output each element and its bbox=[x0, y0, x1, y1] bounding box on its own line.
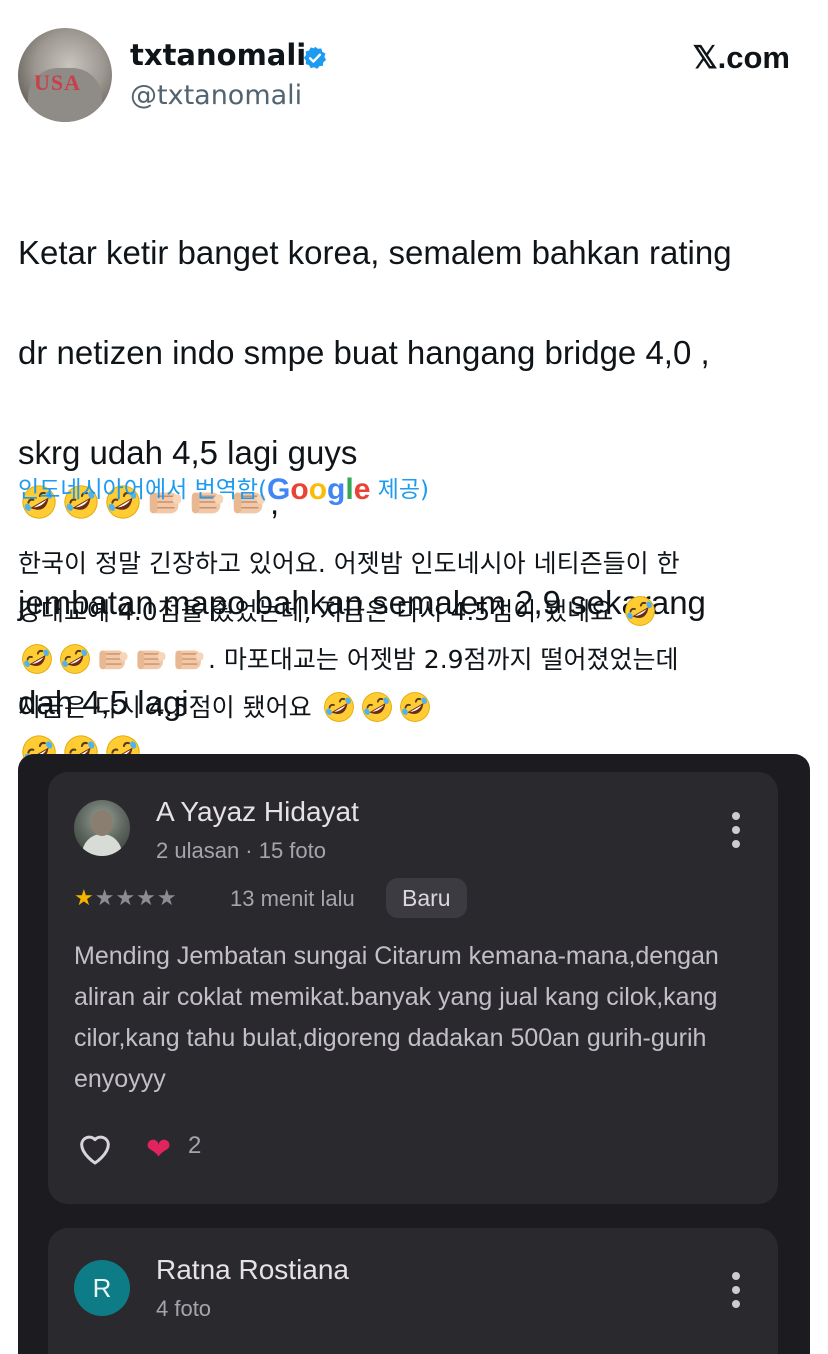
google-letter: l bbox=[345, 473, 354, 506]
avatar-face bbox=[91, 810, 113, 836]
translated-text: 한국이 정말 긴장하고 있어요. 어젯밤 인도네시아 네티즌들이 한 강대교에 … bbox=[18, 540, 818, 732]
reviewer-meta: 4 foto bbox=[156, 1296, 212, 1321]
red-heart-icon[interactable]: ❤ bbox=[146, 1132, 171, 1167]
new-badge: Baru bbox=[386, 878, 467, 918]
star-filled-icon: ★ bbox=[74, 886, 95, 911]
display-name[interactable]: txtanomali bbox=[130, 38, 306, 72]
review-card: R Ratna Rostiana 4 foto bbox=[48, 1228, 778, 1354]
tweet-header: USA txtanomali @txtanomali 𝕏.com bbox=[0, 0, 828, 130]
avatar-shirt-logo: USA bbox=[34, 70, 82, 95]
heart-outline-icon[interactable] bbox=[74, 1128, 116, 1168]
more-vertical-icon[interactable] bbox=[732, 812, 740, 854]
tweet-line: dr netizen indo smpe buat hangang bridge… bbox=[18, 334, 710, 371]
google-letter: e bbox=[353, 473, 371, 506]
rofl-emoji-icon bbox=[623, 594, 657, 628]
review-time: 13 menit lalu bbox=[230, 886, 355, 911]
fist-emoji-icon bbox=[172, 642, 206, 676]
rofl-emoji-icon bbox=[58, 642, 92, 676]
review-card: A Yayaz Hidayat 2 ulasan · 15 foto ★★★★★… bbox=[48, 772, 778, 1204]
reviewer-meta: 2 ulasan · 15 foto bbox=[156, 838, 327, 863]
google-logo: Google bbox=[267, 473, 370, 506]
translation-line: 지금은 다시 4.5점이 됐어요 bbox=[18, 684, 818, 732]
reviewer-name[interactable]: A Yayaz Hidayat bbox=[156, 796, 359, 828]
avatar-body bbox=[82, 834, 122, 856]
reviewer-avatar[interactable]: R bbox=[74, 1260, 130, 1316]
rofl-emoji-icon bbox=[398, 690, 432, 724]
translation-line-text: 강대교에 4.0점을 줬었는데, 지금은 다시 4.5점이 됐네요 bbox=[18, 597, 614, 626]
star-rating: ★★★★★ bbox=[74, 886, 178, 911]
site-label[interactable]: 𝕏.com bbox=[693, 40, 790, 76]
translation-line: . 마포대교는 어젯밤 2.9점까지 떨어졌었는데 bbox=[18, 636, 818, 684]
reaction-count: 2 bbox=[188, 1132, 202, 1159]
google-letter: o bbox=[308, 473, 328, 506]
reviewer-avatar[interactable] bbox=[74, 800, 130, 856]
translated-from-label[interactable]: 인도네시아어에서 번역함(Google 제공) bbox=[18, 470, 429, 507]
profile-avatar[interactable]: USA bbox=[18, 28, 112, 122]
review-body: Mending Jembatan sungai Citarum kemana-m… bbox=[74, 942, 719, 1093]
translation-line: 강대교에 4.0점을 줬었는데, 지금은 다시 4.5점이 됐네요 bbox=[18, 588, 818, 636]
rofl-emoji-icon bbox=[20, 642, 54, 676]
rofl-emoji-icon bbox=[360, 690, 394, 724]
verified-badge-icon bbox=[303, 46, 327, 69]
attached-screenshot[interactable]: A Yayaz Hidayat 2 ulasan · 15 foto ★★★★★… bbox=[18, 754, 810, 1354]
translation-line: 한국이 정말 긴장하고 있어요. 어젯밤 인도네시아 네티즌들이 한 bbox=[18, 549, 680, 578]
google-letter: g bbox=[327, 473, 346, 506]
translation-line-text: 지금은 다시 4.5점이 됐어요 bbox=[18, 693, 312, 722]
star-empty-icon: ★★★★ bbox=[94, 886, 178, 911]
reviewer-name[interactable]: Ratna Rostiana bbox=[156, 1254, 349, 1286]
fist-emoji-icon bbox=[134, 642, 168, 676]
tweet-line: Ketar ketir banget korea, semalem bahkan… bbox=[18, 234, 732, 271]
rofl-emoji-icon bbox=[322, 690, 356, 724]
google-letter: G bbox=[267, 473, 291, 506]
more-vertical-icon[interactable] bbox=[732, 1272, 740, 1314]
translated-label-suffix: 제공) bbox=[370, 477, 430, 503]
tweet-line-text: skrg udah 4,5 lagi guys bbox=[18, 434, 358, 471]
fist-emoji-icon bbox=[96, 642, 130, 676]
translation-line-text: . 마포대교는 어젯밤 2.9점까지 떨어졌었는데 bbox=[208, 645, 679, 674]
translated-label-prefix: 인도네시아어에서 번역함( bbox=[18, 477, 268, 503]
user-handle[interactable]: @txtanomali bbox=[130, 80, 302, 111]
google-letter: o bbox=[290, 473, 309, 506]
